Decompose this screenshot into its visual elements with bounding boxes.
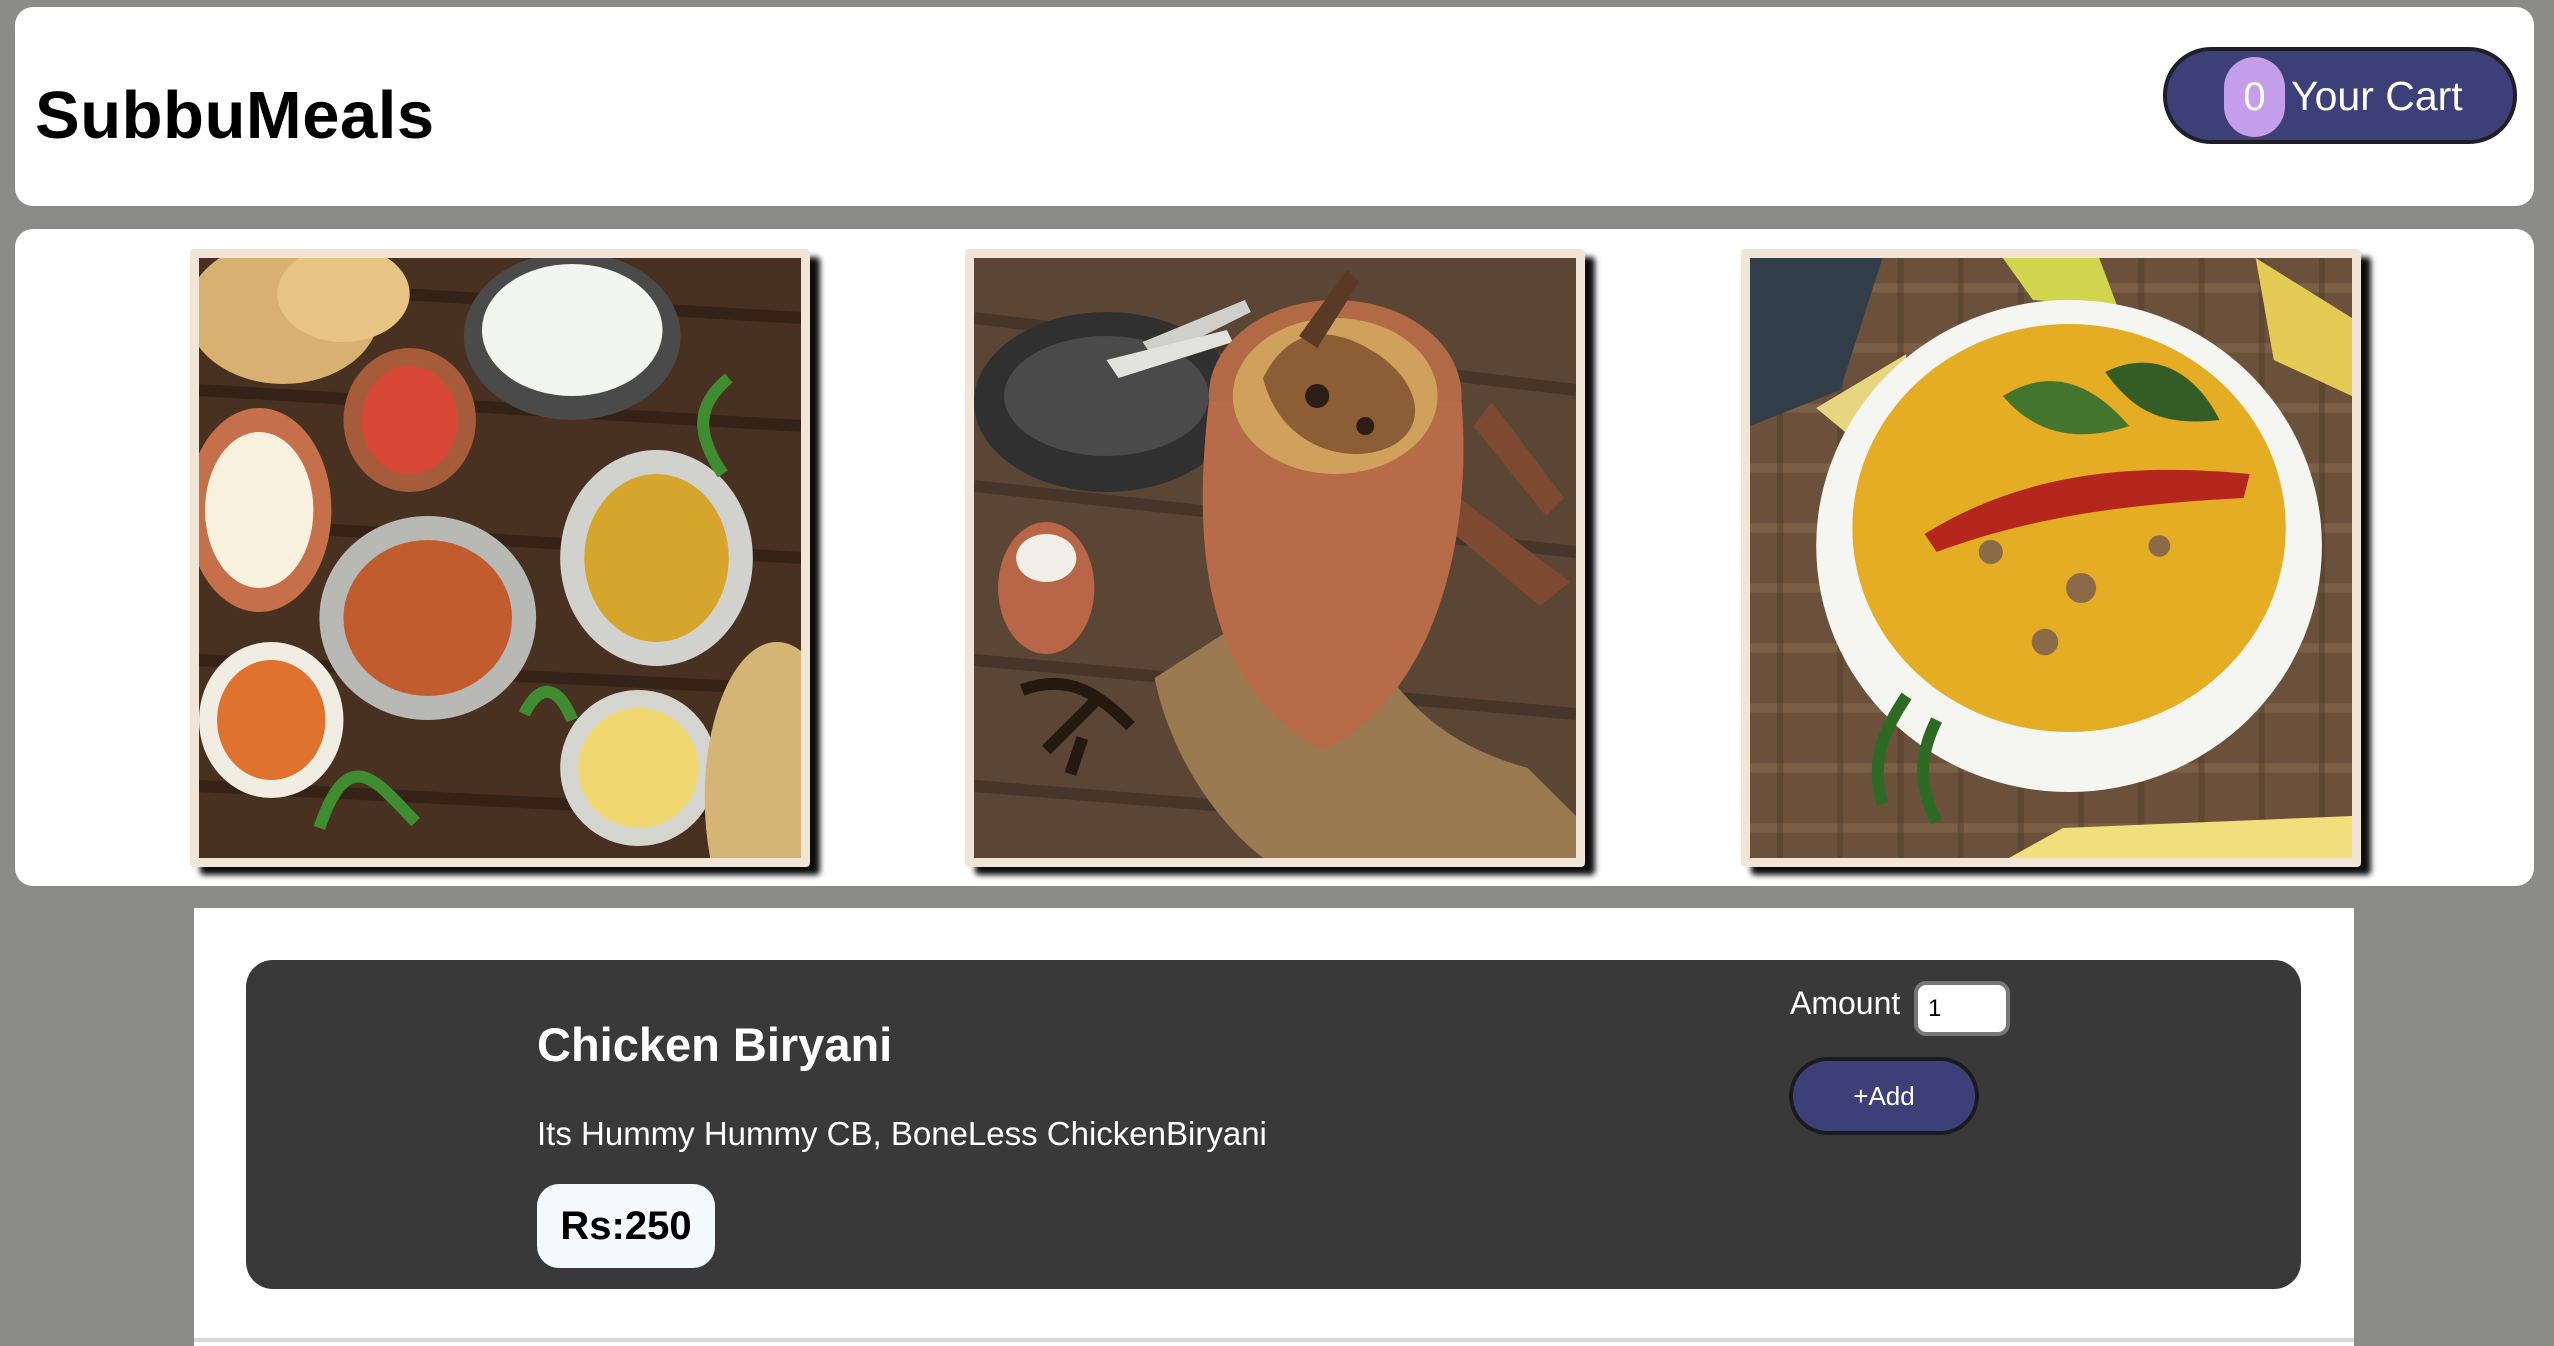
dal-bowl-image: [1741, 249, 2361, 867]
dal-bowl-illustration: [1750, 258, 2352, 858]
meal-card: Chicken Biryani Its Hummy Hummy CB, Bone…: [246, 960, 2301, 1289]
meal-name: Chicken Biryani: [537, 1018, 893, 1071]
meal-description: Its Hummy Hummy CB, BoneLess ChickenBiry…: [537, 1115, 1267, 1152]
cart-count-badge: 0: [2224, 57, 2285, 137]
add-button[interactable]: +Add: [1789, 1057, 1979, 1135]
amount-label: Amount: [1790, 985, 1901, 1021]
site-header: SubbuMeals 0 Your Cart: [15, 7, 2534, 206]
chicken-biryani-image: [965, 249, 1585, 867]
cart-button[interactable]: 0 Your Cart: [2163, 47, 2517, 144]
meal-price: Rs:250: [537, 1184, 715, 1268]
food-spread-image: [190, 249, 810, 867]
menu-panel: Chicken Biryani Its Hummy Hummy CB, Bone…: [194, 908, 2354, 1346]
panel-bottom-rule: [194, 1338, 2354, 1342]
brand-title: SubbuMeals: [35, 78, 435, 153]
cart-label: Your Cart: [2291, 73, 2463, 119]
food-spread-illustration: [199, 258, 801, 858]
amount-input[interactable]: [1914, 981, 2010, 1036]
chicken-biryani-illustration: [974, 258, 1576, 858]
food-gallery: [15, 229, 2534, 886]
